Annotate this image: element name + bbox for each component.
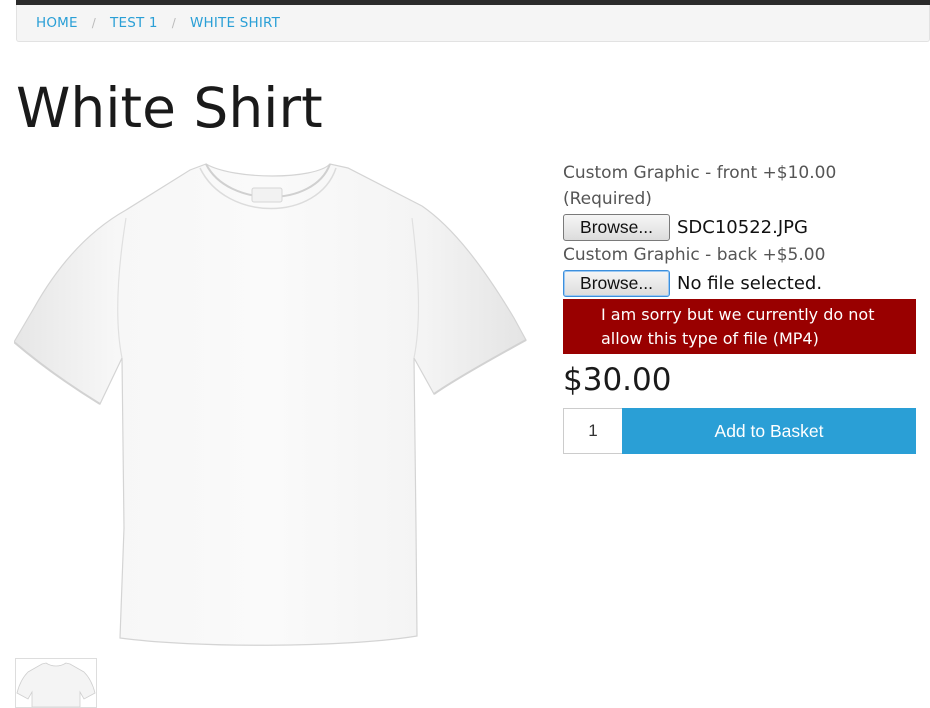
product-options: Custom Graphic - front +$10.00 (Required… [563,160,916,454]
quantity-input[interactable] [563,408,622,454]
file-type-error: I am sorry but we currently do not allow… [563,299,916,354]
breadcrumb-separator: / [91,16,97,30]
breadcrumb-home[interactable]: HOME [36,15,78,31]
back-file-name: No file selected. [677,272,823,294]
back-graphic-label: Custom Graphic - back +$5.00 [563,245,826,265]
product-image [13,158,528,648]
front-file-input: Browse... SDC10522.JPG [563,212,916,242]
breadcrumb-test-1[interactable]: TEST 1 [110,15,158,31]
front-browse-button[interactable]: Browse... [563,213,670,241]
back-browse-button[interactable]: Browse... [563,269,670,297]
breadcrumb: HOME / TEST 1 / WHITE SHIRT [16,5,930,42]
product-thumbnail[interactable] [15,658,97,708]
add-to-basket-button[interactable]: Add to Basket [622,408,916,454]
add-to-cart-form: Add to Basket [563,408,916,454]
product-price: $30.00 [563,362,672,398]
breadcrumb-white-shirt[interactable]: WHITE SHIRT [190,15,280,31]
back-file-input: Browse... No file selected. [563,268,916,298]
front-file-name: SDC10522.JPG [677,216,808,238]
breadcrumb-separator: / [171,16,176,30]
front-graphic-label: Custom Graphic - front +$10.00 [563,163,837,183]
required-label: (Required) [563,189,652,209]
page-title: White Shirt [16,76,323,140]
